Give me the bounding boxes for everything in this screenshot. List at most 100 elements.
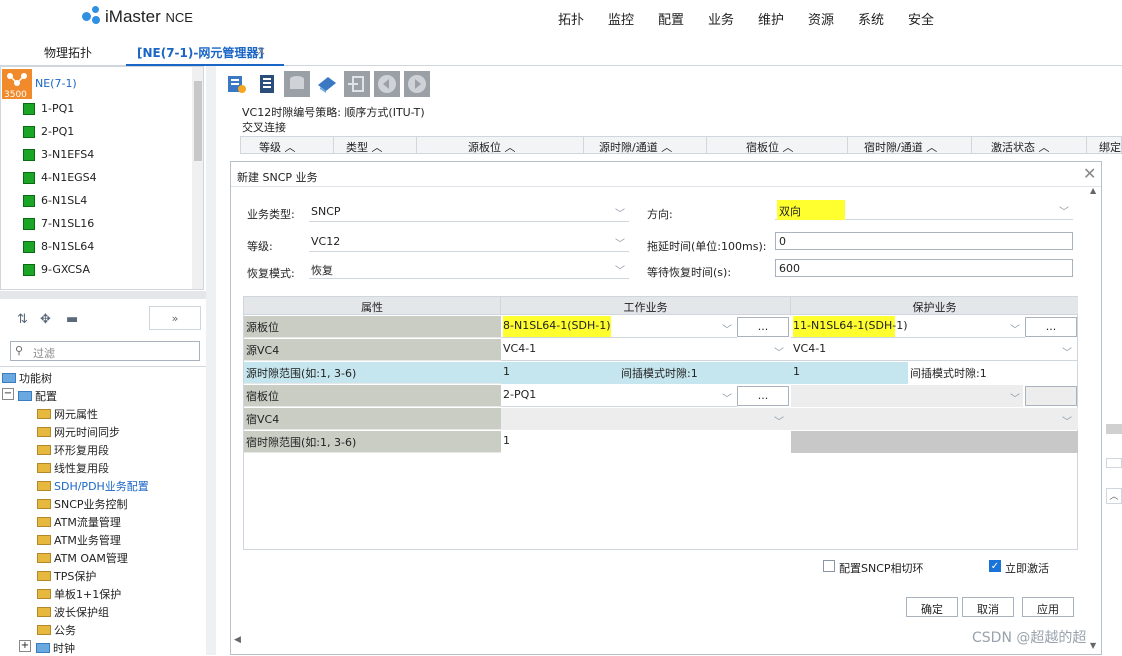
board-status-icon xyxy=(23,264,35,276)
expand-toggle-icon[interactable]: + xyxy=(19,640,31,652)
protect-dst-board-browse-button xyxy=(1025,386,1077,406)
menu-config[interactable]: 配置 xyxy=(658,9,684,28)
protect-src-board-select[interactable]: 11-N1SL64-1(SDH-1) xyxy=(791,316,1025,338)
splitter[interactable] xyxy=(0,291,206,299)
protect-src-board-browse-button[interactable]: ... xyxy=(1025,317,1077,337)
move-icon[interactable]: ✥ xyxy=(40,312,51,327)
col-dst-slot[interactable]: 宿时隙/通道 ︿ xyxy=(864,139,937,155)
collapse-toggle-icon[interactable]: − xyxy=(2,388,14,400)
tree-leaf[interactable]: ATM流量管理 xyxy=(37,514,121,530)
work-dst-slot-input[interactable]: 1 xyxy=(501,431,791,453)
tree-leaf[interactable]: ATM OAM管理 xyxy=(37,550,128,566)
work-src-vc4-select[interactable]: VC4-1 xyxy=(501,339,791,361)
tab-physical-topology[interactable]: 物理拓扑 xyxy=(44,44,92,61)
tree-leaf[interactable]: 公务 xyxy=(37,622,76,638)
expand-button[interactable]: » xyxy=(149,306,201,330)
ne-root-label[interactable]: NE(7-1) xyxy=(35,77,77,90)
page-scrollbar-thumb[interactable] xyxy=(1106,424,1122,434)
ne-device-icon[interactable]: 3500 xyxy=(2,69,32,100)
col-separator xyxy=(416,137,417,153)
work-dst-board-browse-button[interactable]: ... xyxy=(737,386,789,406)
activate-now-checkbox[interactable]: ✓ xyxy=(989,560,1001,572)
col-type[interactable]: 类型 ︿ xyxy=(346,139,383,155)
row-label-text: 宿VC4 xyxy=(246,413,280,426)
tab-ne-manager[interactable]: [NE(7-1)-网元管理器] xyxy=(137,44,264,61)
tree-leaf[interactable]: ATM业务管理 xyxy=(37,532,121,548)
forward-icon[interactable] xyxy=(404,71,430,97)
recovery-select[interactable]: 恢复 ﹀ xyxy=(309,259,629,279)
col-active[interactable]: 激活状态 ︿ xyxy=(991,139,1050,155)
cancel-button[interactable]: 取消 xyxy=(962,597,1014,617)
tree-leaf[interactable]: SNCP业务控制 xyxy=(37,496,128,512)
menu-service[interactable]: 业务 xyxy=(708,9,734,28)
protect-src-vc4-select[interactable]: VC4-1 xyxy=(791,339,1078,361)
wait-time-input[interactable]: 600 xyxy=(775,259,1073,277)
tree-leaf[interactable]: 网元时间同步 xyxy=(37,424,120,440)
work-src-board-value: 8-N1SL64-1(SDH-1) xyxy=(503,316,611,337)
tree-leaf[interactable]: 网元属性 xyxy=(37,406,98,422)
database-icon[interactable] xyxy=(284,71,310,97)
sort-icon: ︿ xyxy=(661,141,673,154)
apply-button[interactable]: 应用 xyxy=(1022,597,1074,617)
create-icon[interactable] xyxy=(254,71,280,97)
export-icon[interactable] xyxy=(344,71,370,97)
scroll-up-icon[interactable]: ▲ xyxy=(1090,186,1096,195)
direction-select[interactable]: 双向 ﹀ xyxy=(775,200,1073,220)
header-protect: 保护业务 xyxy=(791,297,1078,315)
tree-node-label: ATM流量管理 xyxy=(54,516,121,529)
panel-splitter[interactable] xyxy=(206,66,216,655)
select-value: SNCP xyxy=(311,205,341,218)
brand-name: iMaster xyxy=(105,7,161,26)
page-scroll-handle[interactable] xyxy=(1106,458,1122,468)
col-bind[interactable]: 绑定 xyxy=(1099,139,1121,155)
work-src-board-select[interactable]: 8-N1SL64-1(SDH-1) xyxy=(501,316,737,338)
book-icon[interactable] xyxy=(314,71,340,97)
work-dst-board-select[interactable]: 2-PQ1 xyxy=(501,385,737,407)
menu-topology[interactable]: 拓扑 xyxy=(558,9,584,28)
level-select[interactable]: VC12 ﹀ xyxy=(309,232,629,252)
protect-src-slot-input[interactable]: 1 xyxy=(791,362,908,384)
tree-leaf[interactable]: 环形复用段 xyxy=(37,442,109,458)
sync-icon[interactable]: ⇅ xyxy=(17,312,28,327)
tree-leaf-selected[interactable]: SDH/PDH业务配置 xyxy=(37,478,149,494)
tree-leaf[interactable]: TPS保护 xyxy=(37,568,96,584)
ok-button[interactable]: 确定 xyxy=(906,597,958,617)
scroll-left-icon[interactable]: ◀ xyxy=(234,635,241,645)
work-src-board-browse-button[interactable]: ... xyxy=(737,317,789,337)
col-separator xyxy=(1086,137,1087,153)
tree-leaf[interactable]: 波长保护组 xyxy=(37,604,109,620)
menu-maintenance[interactable]: 维护 xyxy=(758,9,784,28)
work-src-slot-input[interactable]: 1 xyxy=(501,362,619,384)
tree-node-function[interactable]: 功能树 xyxy=(2,370,52,386)
board-label: 1-PQ1 xyxy=(41,102,75,115)
folder-icon xyxy=(2,373,16,383)
col-dst-board[interactable]: 宿板位 ︿ xyxy=(746,139,794,155)
menu-monitor[interactable]: 监控 xyxy=(608,9,634,28)
col-src-slot[interactable]: 源时隙/通道 ︿ xyxy=(599,139,672,155)
query-icon[interactable] xyxy=(224,71,250,97)
tree-node-clock[interactable]: + 时钟 xyxy=(19,640,75,656)
sncp-loop-checkbox[interactable] xyxy=(823,560,835,572)
back-icon[interactable] xyxy=(374,71,400,97)
dialog-scrollbar[interactable]: ▲ ▼ xyxy=(1088,186,1101,652)
scrollbar-thumb[interactable] xyxy=(194,81,202,161)
tree-leaf[interactable]: 单板1+1保护 xyxy=(37,586,121,602)
col-src-board[interactable]: 源板位 ︿ xyxy=(468,139,516,155)
tree-scrollbar[interactable] xyxy=(192,67,203,289)
service-type-label: 业务类型: xyxy=(247,208,295,221)
tree-node-label: SNCP业务控制 xyxy=(54,498,128,511)
tree-leaf[interactable]: 线性复用段 xyxy=(37,460,109,476)
menu-resource[interactable]: 资源 xyxy=(808,9,834,28)
close-icon[interactable]: ✕ xyxy=(1083,164,1096,183)
menu-system[interactable]: 系统 xyxy=(858,9,884,28)
filter-input[interactable]: ⚲ 过滤 xyxy=(10,341,200,361)
service-type-select[interactable]: SNCP ﹀ xyxy=(309,202,629,222)
delay-input[interactable]: 0 xyxy=(775,232,1073,250)
page-scroll-up-icon[interactable]: ︿ xyxy=(1106,488,1122,504)
tree-node-config[interactable]: − 配置 xyxy=(2,388,57,404)
collapse-icon[interactable]: ▬ xyxy=(66,312,78,327)
tree-node-label: 功能树 xyxy=(19,372,52,385)
menu-security[interactable]: 安全 xyxy=(908,9,934,28)
tab-close-icon[interactable]: × xyxy=(256,44,266,58)
col-level[interactable]: 等级 ︿ xyxy=(259,139,296,155)
